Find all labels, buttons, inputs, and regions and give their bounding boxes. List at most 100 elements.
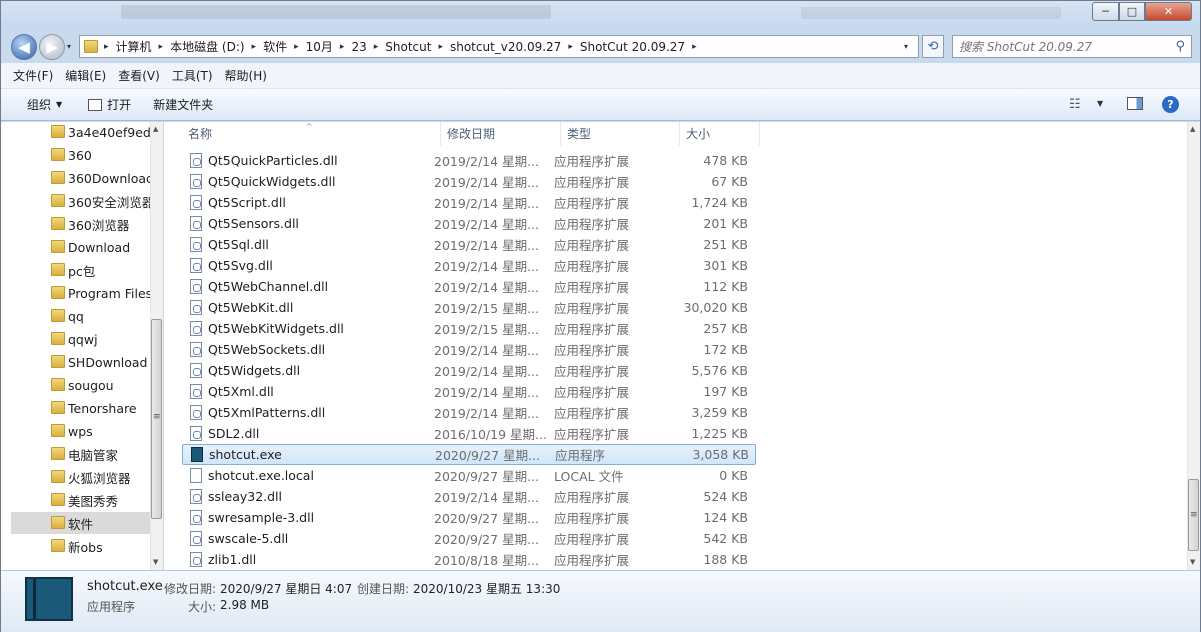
nav-item[interactable]: 新obs xyxy=(11,535,151,557)
file-row[interactable]: shotcut.exe 2020/9/27 星期... 应用程序 3,058 KB xyxy=(182,444,756,465)
nav-item[interactable]: Download xyxy=(11,236,151,258)
chevron-right-icon[interactable]: ▸ xyxy=(338,42,347,52)
address-dropdown-icon[interactable]: ▾ xyxy=(904,35,918,58)
nav-item[interactable]: SHDownload xyxy=(11,351,151,373)
nav-item[interactable]: qq xyxy=(11,305,151,327)
file-row[interactable]: shotcut.exe.local 2020/9/27 星期... LOCAL 文件… xyxy=(182,465,756,486)
help-icon[interactable]: ? xyxy=(1162,96,1179,113)
breadcrumb-shotcut-folder[interactable]: ShotCut 20.09.27 xyxy=(575,40,690,54)
file-row[interactable]: Qt5WebChannel.dll 2019/2/14 星期... 应用程序扩展 11… xyxy=(182,276,756,297)
file-row[interactable]: Qt5Script.dll 2019/2/14 星期... 应用程序扩展 1,724 … xyxy=(182,192,756,213)
folder-icon xyxy=(51,309,65,322)
file-row[interactable]: SDL2.dll 2016/10/19 星期... 应用程序扩展 1,225 KB xyxy=(182,423,756,444)
breadcrumb-shotcut-version[interactable]: shotcut_v20.09.27 xyxy=(445,40,566,54)
chevron-right-icon[interactable]: ▸ xyxy=(566,42,575,52)
dll-file-icon xyxy=(190,153,202,168)
chevron-right-icon[interactable]: ▸ xyxy=(292,42,301,52)
nav-item[interactable]: 软件 xyxy=(11,512,151,534)
file-size: 301 KB xyxy=(703,258,748,273)
back-button[interactable]: ◀ xyxy=(11,34,37,60)
nav-item[interactable]: 360 xyxy=(11,144,151,166)
file-row[interactable]: Qt5WebKitWidgets.dll 2019/2/15 星期... 应用程序扩… xyxy=(182,318,756,339)
chevron-right-icon[interactable]: ▸ xyxy=(102,42,111,52)
file-row[interactable]: Qt5XmlPatterns.dll 2019/2/14 星期... 应用程序扩展 3… xyxy=(182,402,756,423)
breadcrumb-23[interactable]: 23 xyxy=(346,40,371,54)
nav-item[interactable]: 美图秀秀 xyxy=(11,489,151,511)
new-folder-button[interactable]: 新建文件夹 xyxy=(145,93,221,117)
file-date: 2020/9/27 星期... xyxy=(434,469,539,484)
view-dropdown-icon[interactable]: ▼ xyxy=(1097,99,1103,108)
file-scroll-thumb[interactable]: ≡ xyxy=(1188,479,1199,551)
address-bar[interactable]: ▸ 计算机 ▸ 本地磁盘 (D:) ▸ 软件 ▸ 10月 ▸ 23 ▸ Shot… xyxy=(79,35,919,58)
file-row[interactable]: Qt5Sensors.dll 2019/2/14 星期... 应用程序扩展 201 K… xyxy=(182,213,756,234)
breadcrumb-software[interactable]: 软件 xyxy=(258,38,292,55)
chevron-right-icon[interactable]: ▸ xyxy=(436,42,445,52)
nav-item[interactable]: pc包 xyxy=(11,259,151,281)
explorer-window: ─ □ ✕ ◀ ▶ ▾ ▸ 计算机 ▸ 本地磁盘 (D:) ▸ 软件 ▸ 10月… xyxy=(0,0,1201,632)
organize-button[interactable]: 组织 ▼ xyxy=(19,93,70,117)
open-button[interactable]: 打开 xyxy=(80,93,139,117)
file-row[interactable]: Qt5QuickWidgets.dll 2019/2/14 星期... 应用程序扩展… xyxy=(182,171,756,192)
nav-item[interactable]: sougou xyxy=(11,374,151,396)
search-input[interactable] xyxy=(959,39,1176,54)
forward-button[interactable]: ▶ xyxy=(39,34,65,60)
nav-item[interactable]: 3a4e40ef9ed7 xyxy=(11,122,151,143)
nav-item[interactable]: 360安全浏览器 xyxy=(11,190,151,212)
nav-item[interactable]: 火狐浏览器 xyxy=(11,466,151,488)
file-row[interactable]: Qt5Sql.dll 2019/2/14 星期... 应用程序扩展 251 KB xyxy=(182,234,756,255)
refresh-icon[interactable]: ⟲ xyxy=(922,35,944,58)
view-options-icon[interactable]: ☷ xyxy=(1069,97,1081,112)
menu-file[interactable]: 文件(F) xyxy=(7,67,59,84)
menu-view[interactable]: 查看(V) xyxy=(112,67,166,84)
file-row[interactable]: swscale-5.dll 2020/9/27 星期... 应用程序扩展 542 KB xyxy=(182,528,756,549)
preview-pane-icon[interactable] xyxy=(1127,97,1143,110)
scroll-down-icon[interactable]: ▼ xyxy=(153,558,158,566)
menu-tools[interactable]: 工具(T) xyxy=(166,67,219,84)
scroll-up-icon[interactable]: ▲ xyxy=(153,125,158,133)
chevron-right-icon[interactable]: ▸ xyxy=(690,42,699,52)
file-row[interactable]: Qt5QuickParticles.dll 2019/2/14 星期... 应用程序… xyxy=(182,150,756,171)
nav-item[interactable]: qqwj xyxy=(11,328,151,350)
close-button[interactable]: ✕ xyxy=(1145,2,1192,21)
file-row[interactable]: Qt5Xml.dll 2019/2/14 星期... 应用程序扩展 197 KB xyxy=(182,381,756,402)
file-row[interactable]: Qt5WebKit.dll 2019/2/15 星期... 应用程序扩展 30,020… xyxy=(182,297,756,318)
chevron-right-icon[interactable]: ▸ xyxy=(250,42,259,52)
file-type: 应用程序扩展 xyxy=(554,427,630,442)
menu-help[interactable]: 帮助(H) xyxy=(219,67,273,84)
file-row[interactable]: zlib1.dll 2010/8/18 星期... 应用程序扩展 188 KB xyxy=(182,549,756,570)
nav-item[interactable]: 电脑管家 xyxy=(11,443,151,465)
file-row[interactable]: ssleay32.dll 2019/2/14 星期... 应用程序扩展 524 KB xyxy=(182,486,756,507)
scroll-up-icon[interactable]: ▲ xyxy=(1190,125,1195,133)
column-type[interactable]: 类型 xyxy=(561,122,680,146)
nav-item-label: wps xyxy=(68,423,93,439)
search-box[interactable]: ⚲ xyxy=(952,35,1192,58)
nav-item[interactable]: 360浏览器 xyxy=(11,213,151,235)
file-row[interactable]: Qt5Svg.dll 2019/2/14 星期... 应用程序扩展 301 KB xyxy=(182,255,756,276)
breadcrumb-drive-d[interactable]: 本地磁盘 (D:) xyxy=(165,38,249,55)
file-size: 257 KB xyxy=(703,321,748,336)
file-size: 30,020 KB xyxy=(683,300,748,315)
file-date: 2019/2/14 星期... xyxy=(434,406,539,421)
maximize-button[interactable]: □ xyxy=(1119,2,1145,21)
menu-edit[interactable]: 编辑(E) xyxy=(59,67,112,84)
file-row[interactable]: Qt5WebSockets.dll 2019/2/14 星期... 应用程序扩展 17… xyxy=(182,339,756,360)
column-size[interactable]: 大小 xyxy=(680,122,760,146)
nav-scroll-thumb[interactable]: ≡ xyxy=(151,319,162,519)
file-row[interactable]: Qt5Widgets.dll 2019/2/14 星期... 应用程序扩展 5,576… xyxy=(182,360,756,381)
column-date[interactable]: 修改日期 xyxy=(441,122,561,146)
breadcrumb-october[interactable]: 10月 xyxy=(301,38,338,55)
nav-item[interactable]: Tenorshare xyxy=(11,397,151,419)
file-row[interactable]: swresample-3.dll 2020/9/27 星期... 应用程序扩展 124… xyxy=(182,507,756,528)
nav-item[interactable]: wps xyxy=(11,420,151,442)
minimize-button[interactable]: ─ xyxy=(1092,2,1119,21)
search-icon[interactable]: ⚲ xyxy=(1175,39,1185,54)
chevron-right-icon[interactable]: ▸ xyxy=(372,42,381,52)
open-icon xyxy=(88,98,103,111)
scroll-down-icon[interactable]: ▼ xyxy=(1190,558,1195,566)
breadcrumb-shotcut[interactable]: Shotcut xyxy=(380,40,436,54)
nav-item[interactable]: Program Files xyxy=(11,282,151,304)
nav-item[interactable]: 360Download xyxy=(11,167,151,189)
history-dropdown-icon[interactable]: ▾ xyxy=(67,42,71,51)
breadcrumb-computer[interactable]: 计算机 xyxy=(111,38,157,55)
chevron-right-icon[interactable]: ▸ xyxy=(157,42,166,52)
